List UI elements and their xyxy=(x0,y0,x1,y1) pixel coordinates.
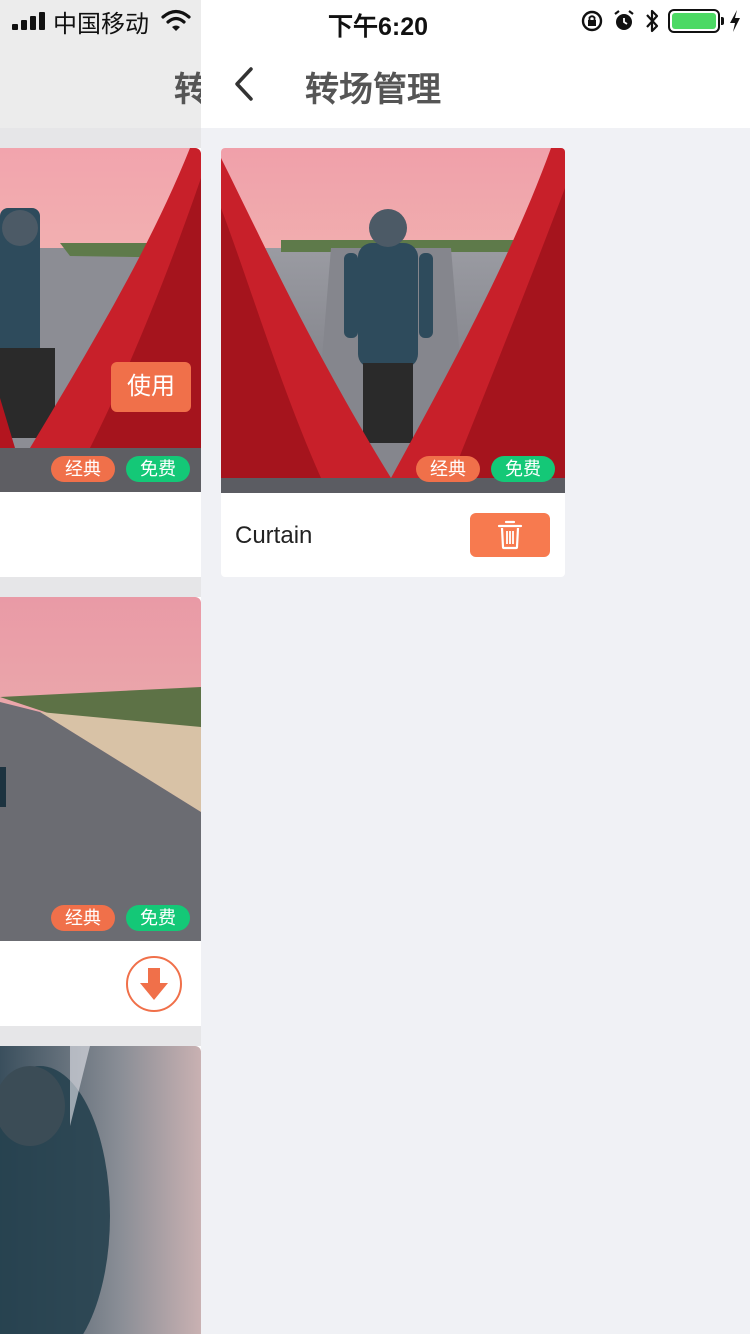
background-card[interactable] xyxy=(0,1046,201,1334)
classic-badge: 经典 xyxy=(51,905,115,931)
charging-icon xyxy=(730,10,740,32)
transition-name: Curtain xyxy=(235,522,313,549)
transition-manager-page: 转场管理 经典 免费 Curtain xyxy=(201,0,750,1334)
background-page: 转场管理 经典 免费 xyxy=(0,0,201,1334)
alarm-icon xyxy=(614,10,634,30)
trash-icon xyxy=(497,520,523,550)
classic-badge: 经典 xyxy=(51,456,115,482)
free-badge: 免费 xyxy=(491,456,555,482)
transition-thumbnail[interactable] xyxy=(221,148,565,493)
status-bar: 中国移动 下午6:20 xyxy=(0,0,750,41)
background-card-thumbnail[interactable]: 经典 免费 xyxy=(0,148,201,492)
download-button[interactable] xyxy=(126,956,182,1012)
background-card[interactable]: 经典 免费 使用 xyxy=(0,148,201,577)
orientation-lock-icon xyxy=(581,10,603,32)
battery-icon xyxy=(668,9,724,33)
bluetooth-icon xyxy=(646,9,659,33)
transition-card[interactable]: 经典 免费 Curtain xyxy=(221,148,565,577)
download-icon xyxy=(140,968,168,1000)
delete-button[interactable] xyxy=(470,513,550,557)
free-badge: 免费 xyxy=(126,905,190,931)
background-card-thumbnail[interactable]: 经典 免费 xyxy=(0,597,201,941)
free-badge: 免费 xyxy=(126,456,190,482)
page-title: 转场管理 xyxy=(305,71,441,109)
background-card[interactable]: 经典 免费 xyxy=(0,597,201,1026)
background-card-thumbnail[interactable] xyxy=(0,1046,201,1334)
classic-badge: 经典 xyxy=(416,456,480,482)
use-button[interactable]: 使用 xyxy=(111,362,191,412)
